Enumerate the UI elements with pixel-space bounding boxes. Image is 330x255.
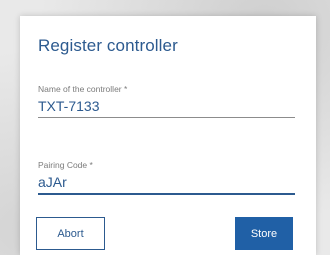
controller-name-field: Name of the controller * — [38, 84, 295, 118]
abort-button[interactable]: Abort — [36, 217, 105, 250]
pairing-code-field: Pairing Code * — [38, 160, 295, 195]
pairing-code-label: Pairing Code * — [38, 160, 93, 170]
controller-name-label: Name of the controller * — [38, 84, 128, 94]
store-button[interactable]: Store — [235, 217, 293, 250]
pairing-code-input[interactable] — [38, 172, 295, 192]
register-controller-dialog: Register controller Name of the controll… — [20, 16, 316, 255]
controller-name-input[interactable] — [38, 96, 295, 116]
dialog-title: Register controller — [38, 36, 178, 55]
pairing-code-underline — [38, 193, 295, 195]
controller-name-underline — [38, 117, 295, 118]
